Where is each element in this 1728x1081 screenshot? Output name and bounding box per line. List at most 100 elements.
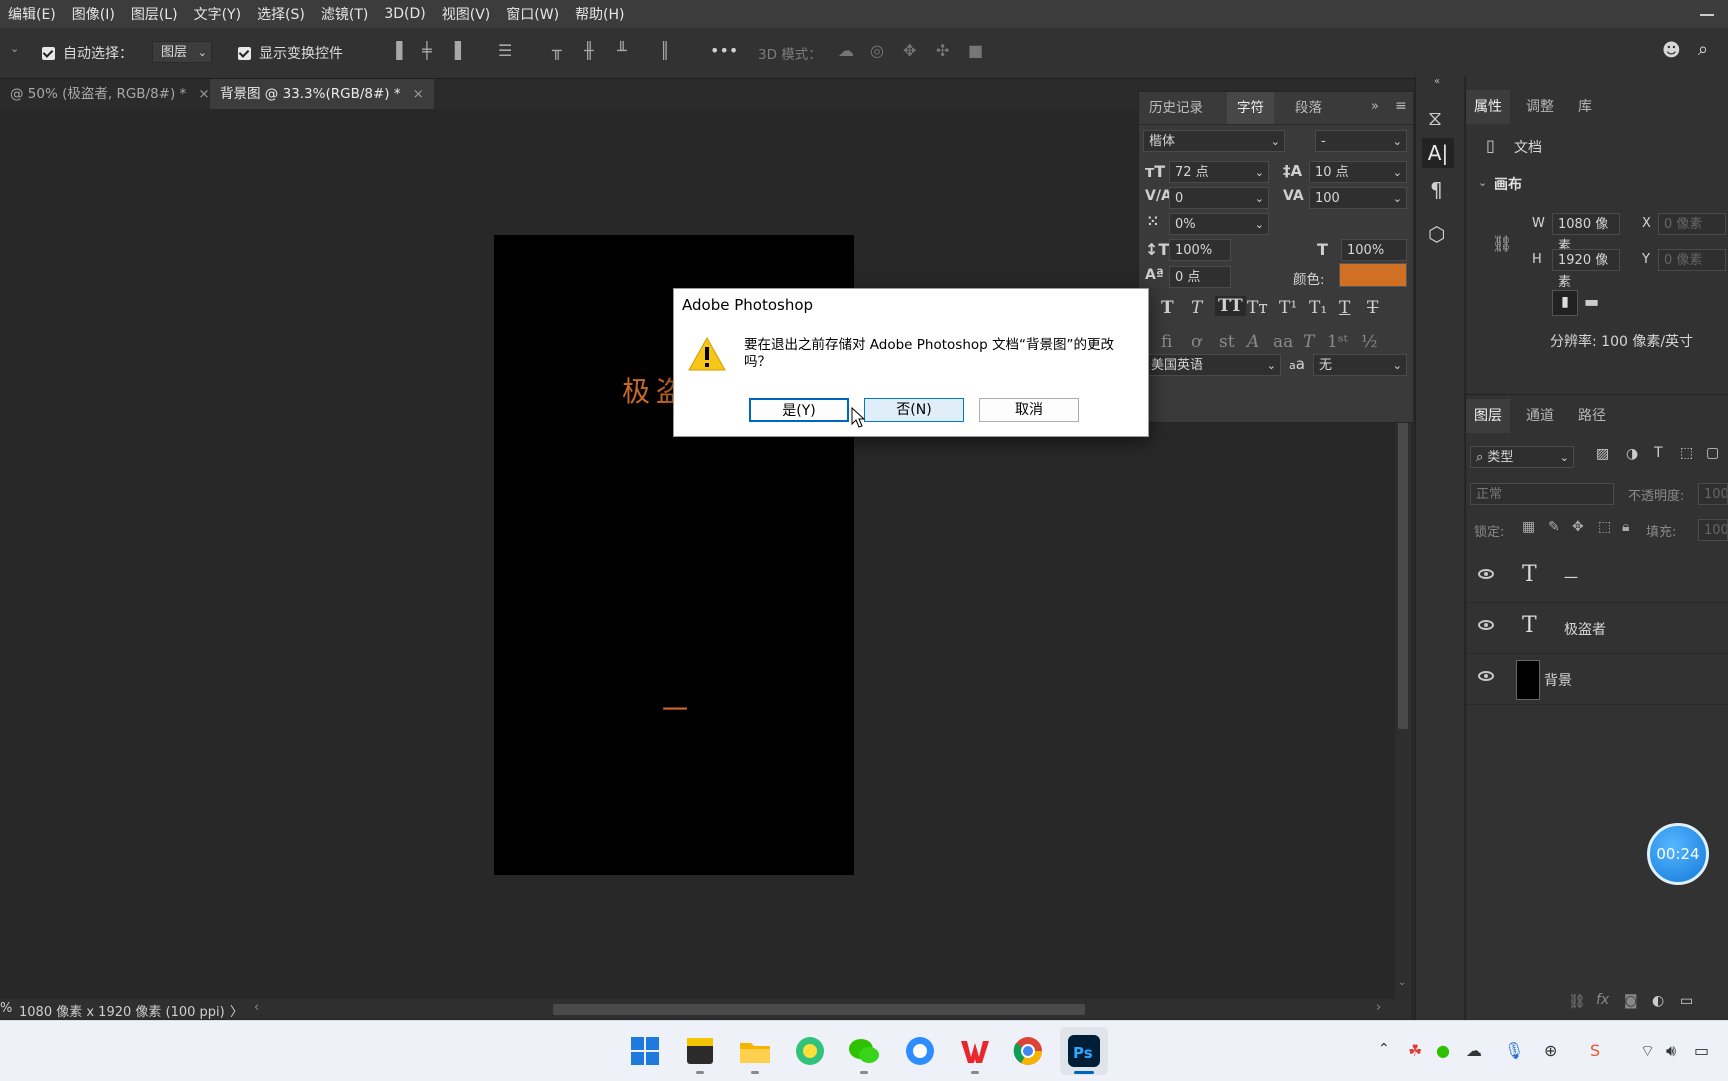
faux-italic-icon[interactable]: T bbox=[1191, 298, 1202, 318]
account-icon[interactable]: ☻ bbox=[1662, 40, 1681, 61]
subscript-icon[interactable]: T₁ bbox=[1309, 298, 1327, 318]
vertical-scale-field[interactable]: 100% bbox=[1169, 239, 1231, 261]
file-explorer-icon[interactable] bbox=[735, 1031, 775, 1071]
auto-select-checkbox[interactable] bbox=[42, 45, 55, 61]
layer-row[interactable]: T 一 bbox=[1466, 552, 1728, 603]
eye-icon[interactable] bbox=[1478, 620, 1494, 630]
tray-wechat-icon[interactable]: ● bbox=[1436, 1041, 1450, 1060]
photoshop-icon[interactable]: Ps bbox=[1064, 1031, 1104, 1071]
onedrive-icon[interactable]: ☁ bbox=[1466, 1041, 1482, 1060]
pixel-filter-icon[interactable]: ▨ bbox=[1596, 446, 1609, 462]
tray-app-icon[interactable]: ☘ bbox=[1408, 1041, 1422, 1060]
align-right-icon[interactable]: ▌ bbox=[455, 41, 467, 60]
scroll-left-icon[interactable]: ‹ bbox=[254, 1000, 259, 1015]
superscript-icon[interactable]: T¹ bbox=[1279, 298, 1297, 318]
kerning-field[interactable]: 0 ⌄ bbox=[1169, 187, 1269, 209]
menu-select[interactable]: 选择(S) bbox=[249, 4, 313, 24]
horizontal-scale-field[interactable]: 100% bbox=[1341, 239, 1407, 261]
tab-libraries[interactable]: 库 bbox=[1570, 90, 1600, 124]
menu-help[interactable]: 帮助(H) bbox=[567, 4, 632, 24]
auto-select-dropdown[interactable]: 图层 ⌄ bbox=[152, 41, 212, 63]
leading-field[interactable]: 10 点 ⌄ bbox=[1309, 161, 1407, 183]
3d-pan-icon[interactable]: ✥ bbox=[903, 41, 916, 60]
tsume-field[interactable]: 0% ⌄ bbox=[1169, 213, 1269, 235]
3d-camera-icon[interactable]: ■ bbox=[968, 41, 983, 60]
menu-3d[interactable]: 3D(D) bbox=[376, 6, 433, 22]
lock-artboard-icon[interactable]: ⬚ bbox=[1598, 519, 1611, 535]
tab-history[interactable]: 历史记录 bbox=[1139, 92, 1213, 124]
link-icon[interactable]: ⛓ bbox=[1492, 234, 1512, 253]
menu-type[interactable]: 文字(Y) bbox=[186, 4, 249, 24]
menu-edit[interactable]: 编辑(E) bbox=[0, 4, 64, 24]
zoom-level[interactable]: % bbox=[0, 1001, 12, 1016]
tab-properties[interactable]: 属性 bbox=[1466, 90, 1510, 124]
fill-field[interactable]: 100% bbox=[1698, 519, 1728, 541]
fx-icon[interactable]: fx bbox=[1596, 992, 1609, 1008]
distribute-icon[interactable]: ☰ bbox=[498, 41, 512, 60]
eye-icon[interactable] bbox=[1478, 569, 1494, 579]
volume-icon[interactable]: 🔊︎ bbox=[1666, 1041, 1676, 1061]
align-hcenter-icon[interactable]: ╪ bbox=[422, 41, 432, 60]
underline-icon[interactable]: T bbox=[1339, 298, 1350, 318]
scroll-right-icon[interactable]: › bbox=[1376, 1000, 1381, 1015]
tab-layers[interactable]: 图层 bbox=[1466, 399, 1510, 433]
windows-start-icon[interactable] bbox=[625, 1031, 665, 1071]
width-field[interactable]: 1080 像素 bbox=[1552, 213, 1620, 254]
scroll-down-icon[interactable]: ⌄ bbox=[1398, 977, 1406, 988]
expand-panel-icon[interactable]: » bbox=[1371, 99, 1379, 114]
menu-window[interactable]: 窗口(W) bbox=[498, 4, 567, 24]
antialias-dropdown[interactable]: 无 ⌄ bbox=[1313, 354, 1407, 376]
paragraph-panel-icon[interactable]: ¶ bbox=[1430, 178, 1443, 202]
align-top-icon[interactable]: ╥ bbox=[552, 41, 562, 60]
lock-all-icon[interactable]: 🔒︎ bbox=[1622, 519, 1629, 535]
no-button[interactable]: 否(N) bbox=[864, 398, 964, 422]
tab-character[interactable]: 字符 bbox=[1227, 92, 1274, 124]
character-panel-icon[interactable]: A| bbox=[1422, 138, 1454, 168]
menu-image[interactable]: 图像(I) bbox=[64, 4, 123, 24]
blend-mode-dropdown[interactable]: 正常 bbox=[1470, 483, 1614, 505]
all-caps-icon[interactable]: TT bbox=[1215, 296, 1246, 316]
3d-panel-icon[interactable]: ⬡ bbox=[1428, 222, 1445, 246]
wps-office-icon[interactable] bbox=[955, 1031, 995, 1071]
close-icon[interactable]: × bbox=[198, 86, 209, 102]
new-fill-layer-icon[interactable]: ◐ bbox=[1652, 993, 1664, 1009]
layer-row[interactable]: T 极盗者 bbox=[1466, 603, 1728, 654]
menu-layer[interactable]: 图层(L) bbox=[123, 4, 186, 24]
strikethrough-icon[interactable]: T bbox=[1367, 298, 1378, 318]
font-family-dropdown[interactable]: 楷体 ⌄ bbox=[1143, 130, 1285, 152]
discretionary-ligature-icon[interactable]: st bbox=[1219, 332, 1235, 352]
opacity-field[interactable]: 100% bbox=[1698, 483, 1728, 505]
tool-preset-chevron-icon[interactable]: ⌄ bbox=[10, 42, 19, 55]
status-arrow-icon[interactable]: 〉 bbox=[230, 1001, 243, 1020]
chevron-down-icon[interactable]: ⌄ bbox=[1478, 176, 1487, 189]
adjustment-filter-icon[interactable]: ◑ bbox=[1626, 446, 1638, 462]
3d-orbit-icon[interactable]: ☁ bbox=[838, 41, 854, 60]
tracking-field[interactable]: 100 ⌄ bbox=[1309, 187, 1407, 209]
align-bottom-icon[interactable]: ╨ bbox=[617, 41, 627, 60]
sogou-icon[interactable]: S bbox=[1590, 1041, 1600, 1060]
text-color-swatch[interactable] bbox=[1339, 263, 1407, 287]
eye-icon[interactable] bbox=[1478, 671, 1494, 681]
3d-slide-icon[interactable]: ✣ bbox=[936, 41, 949, 60]
y-field[interactable]: 0 像素 bbox=[1658, 249, 1726, 271]
microphone-icon[interactable]: 🎙︎ bbox=[1504, 1041, 1524, 1060]
menu-view[interactable]: 视图(V) bbox=[434, 4, 499, 24]
menu-filter[interactable]: 滤镜(T) bbox=[313, 4, 376, 24]
more-options-icon[interactable]: ••• bbox=[710, 41, 738, 60]
small-caps-icon[interactable]: Tт bbox=[1247, 298, 1268, 318]
tray-overflow-icon[interactable]: ⌃ bbox=[1378, 1041, 1390, 1057]
height-field[interactable]: 1920 像素 bbox=[1552, 249, 1620, 290]
font-style-dropdown[interactable]: - ⌄ bbox=[1315, 130, 1407, 152]
vertical-scroll-thumb[interactable] bbox=[1398, 419, 1408, 729]
3d-roll-icon[interactable]: ◎ bbox=[870, 41, 884, 60]
yes-button[interactable]: 是(Y) bbox=[749, 398, 849, 422]
swash-icon[interactable]: A bbox=[1247, 332, 1259, 352]
browser-icon[interactable] bbox=[900, 1031, 940, 1071]
lock-position-icon[interactable]: ✥ bbox=[1572, 519, 1584, 535]
landscape-icon[interactable]: ▬ bbox=[1584, 292, 1599, 311]
tab-channels[interactable]: 通道 bbox=[1518, 399, 1562, 433]
faux-bold-icon[interactable]: T bbox=[1161, 298, 1174, 318]
cancel-button[interactable]: 取消 bbox=[979, 398, 1079, 422]
layer-filter-dropdown[interactable]: ⌕ 类型 ⌄ bbox=[1470, 446, 1574, 468]
align-vcenter-icon[interactable]: ╫ bbox=[584, 41, 594, 60]
